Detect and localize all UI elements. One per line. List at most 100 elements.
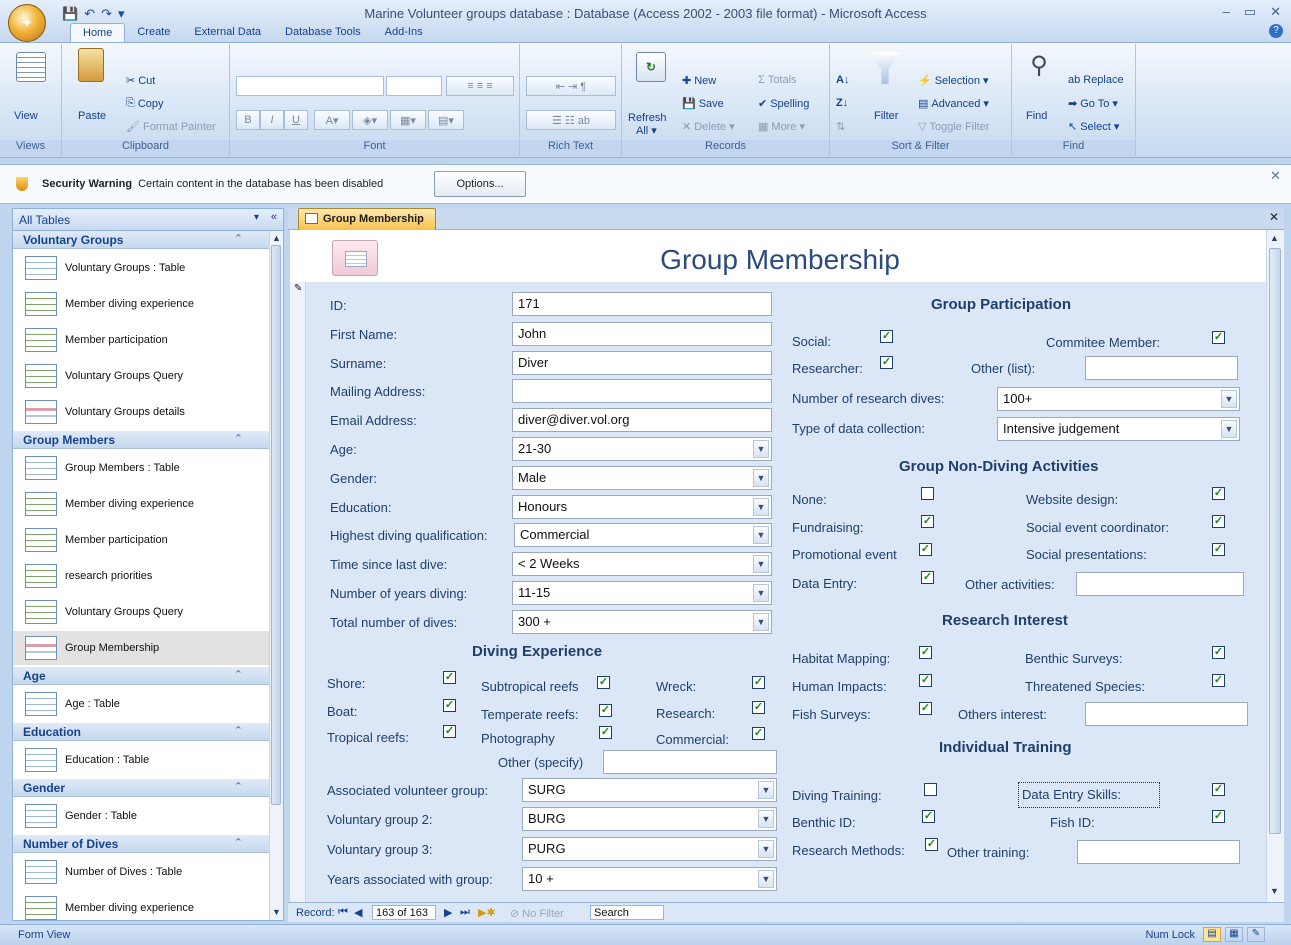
nav-section-header[interactable]: Education ⌃ <box>13 723 269 741</box>
id-field[interactable]: 171 <box>512 292 772 316</box>
nav-item[interactable]: Group Membership <box>13 631 269 665</box>
nav-item[interactable]: Member diving experience <box>13 287 269 321</box>
indent-buttons[interactable]: ⇤ ⇥ ¶ <box>526 76 616 96</box>
help-icon[interactable]: ? <box>1269 24 1283 38</box>
other-list-field[interactable] <box>1085 356 1238 380</box>
form-scroll-up-icon[interactable]: ▲ <box>1270 233 1279 243</box>
nav-scroll-thumb[interactable] <box>271 245 281 805</box>
no-filter-button[interactable]: ⊘ No Filter <box>510 907 564 920</box>
human-impacts-checkbox[interactable]: ✓ <box>919 674 932 687</box>
bold-button[interactable]: B <box>236 110 260 130</box>
nav-item[interactable]: research priorities <box>13 559 269 593</box>
assoc-group-dropdown[interactable]: SURG ▼ <box>522 778 777 802</box>
navigation-pane-header[interactable]: All Tables ▾ « <box>13 209 283 231</box>
benthic-id-checkbox[interactable]: ✓ <box>922 810 935 823</box>
nav-item[interactable]: Member diving experience <box>13 487 269 521</box>
chevron-down-icon[interactable]: ▼ <box>1221 390 1237 408</box>
refresh-icon[interactable]: ↻ <box>636 52 666 82</box>
sort-descending-icon[interactable]: Z↓ <box>836 97 848 109</box>
chevron-down-icon[interactable]: ▼ <box>1221 420 1237 438</box>
boat-checkbox[interactable]: ✓ <box>443 699 456 712</box>
sort-ascending-icon[interactable]: A↓ <box>836 74 849 86</box>
format-painter-button[interactable]: 🖌 Format Painter <box>126 120 216 134</box>
data-entry-skills-checkbox[interactable]: ✓ <box>1212 783 1225 796</box>
first-name-field[interactable]: John <box>512 322 772 346</box>
none-checkbox[interactable]: ✓ <box>921 487 934 500</box>
delete-record-button[interactable]: ✕ Delete ▾ <box>682 120 735 133</box>
italic-button[interactable]: I <box>260 110 284 130</box>
website-checkbox[interactable]: ✓ <box>1212 487 1225 500</box>
font-size-combo[interactable] <box>386 76 442 96</box>
font-color-button[interactable]: A▾ <box>314 110 350 130</box>
cut-button[interactable]: ✂ Cut <box>126 74 155 88</box>
form-scroll-thumb[interactable] <box>1269 248 1281 834</box>
other-training-field[interactable] <box>1077 840 1240 864</box>
nav-item[interactable]: Gender : Table <box>13 799 269 833</box>
select-button[interactable]: ↖ Select ▾ <box>1068 120 1119 133</box>
nav-section-header[interactable]: Number of Dives ⌃ <box>13 835 269 853</box>
advanced-button[interactable]: ▤ Advanced ▾ <box>918 97 989 110</box>
tab-create[interactable]: Create <box>125 23 182 43</box>
nav-item[interactable]: Age : Table <box>13 687 269 721</box>
nav-item[interactable]: Voluntary Groups Query <box>13 359 269 393</box>
chevron-down-icon[interactable]: ▼ <box>758 781 774 799</box>
chevron-down-icon[interactable]: ▼ <box>758 810 774 828</box>
tropical-checkbox[interactable]: ✓ <box>443 725 456 738</box>
previous-record-icon[interactable]: ◀ <box>354 906 362 919</box>
close-message-bar-icon[interactable]: ✕ <box>1270 168 1281 184</box>
nav-section-header[interactable]: Voluntary Groups ⌃ <box>13 231 269 249</box>
data-type-dropdown[interactable]: Intensive judgement ▼ <box>997 417 1240 441</box>
others-interest-field[interactable] <box>1085 702 1248 726</box>
education-dropdown[interactable]: Honours ▼ <box>512 495 772 519</box>
last-record-icon[interactable]: ⏭ <box>460 906 470 919</box>
wreck-checkbox[interactable]: ✓ <box>752 676 765 689</box>
close-document-icon[interactable]: ✕ <box>1269 210 1279 224</box>
nav-section-header[interactable]: Group Members ⌃ <box>13 431 269 449</box>
first-record-icon[interactable]: ⏮ <box>338 906 348 919</box>
research-methods-checkbox[interactable]: ✓ <box>925 838 938 851</box>
surname-field[interactable]: Diver <box>512 351 772 375</box>
commercial-checkbox[interactable]: ✓ <box>752 727 765 740</box>
chevron-down-icon[interactable]: ▼ <box>753 613 769 631</box>
chevron-down-icon[interactable]: ▼ <box>753 469 769 487</box>
research-checkbox[interactable]: ✓ <box>752 701 765 714</box>
other-specify-field[interactable] <box>603 750 777 774</box>
tab-database-tools[interactable]: Database Tools <box>273 23 373 43</box>
shutter-bar-close-icon[interactable]: « <box>271 211 277 223</box>
chevron-down-icon[interactable]: ▼ <box>753 498 769 516</box>
diving-training-checkbox[interactable]: ✓ <box>924 783 937 796</box>
researcher-checkbox[interactable]: ✓ <box>880 356 893 369</box>
paste-icon[interactable] <box>78 48 104 82</box>
layout-view-icon[interactable]: ▦ <box>1225 927 1243 942</box>
gender-dropdown[interactable]: Male ▼ <box>512 466 772 490</box>
qualification-dropdown[interactable]: Commercial ▼ <box>514 523 772 547</box>
photography-checkbox[interactable]: ✓ <box>599 726 612 739</box>
social-checkbox[interactable]: ✓ <box>880 330 893 343</box>
mailing-address-field[interactable] <box>512 379 772 403</box>
tab-group-membership[interactable]: Group Membership <box>298 208 436 230</box>
refresh-all-dropdown[interactable]: All ▾ <box>636 124 657 137</box>
nav-item[interactable]: Voluntary Groups details <box>13 395 269 429</box>
list-buttons[interactable]: ☰ ☷ ab <box>526 110 616 130</box>
alt-fill-button[interactable]: ▤▾ <box>428 110 464 130</box>
collapse-chevron-icon[interactable]: ⌃ <box>234 724 243 737</box>
design-view-icon[interactable]: ✎ <box>1247 927 1265 942</box>
years-diving-dropdown[interactable]: 11-15 ▼ <box>512 581 772 605</box>
tab-external-data[interactable]: External Data <box>182 23 273 43</box>
research-dives-dropdown[interactable]: 100+ ▼ <box>997 387 1240 411</box>
font-name-combo[interactable] <box>236 76 384 96</box>
age-dropdown[interactable]: 21-30 ▼ <box>512 437 772 461</box>
committee-checkbox[interactable]: ✓ <box>1212 331 1225 344</box>
promo-checkbox[interactable]: ✓ <box>919 543 932 556</box>
nav-item[interactable]: Member participation <box>13 323 269 357</box>
spelling-button[interactable]: ✔ Spelling <box>758 97 809 111</box>
fill-color-button[interactable]: ◈▾ <box>352 110 388 130</box>
paste-button[interactable]: Paste <box>78 110 106 122</box>
close-window-button[interactable]: ✕ <box>1270 4 1281 20</box>
collapse-chevron-icon[interactable]: ⌃ <box>234 232 243 245</box>
filter-button[interactable]: Filter <box>874 110 898 122</box>
align-buttons[interactable]: ≡ ≡ ≡ <box>446 76 514 96</box>
fish-id-checkbox[interactable]: ✓ <box>1212 810 1225 823</box>
shore-checkbox[interactable]: ✓ <box>443 671 456 684</box>
save-record-button[interactable]: 💾 Save <box>682 97 724 111</box>
